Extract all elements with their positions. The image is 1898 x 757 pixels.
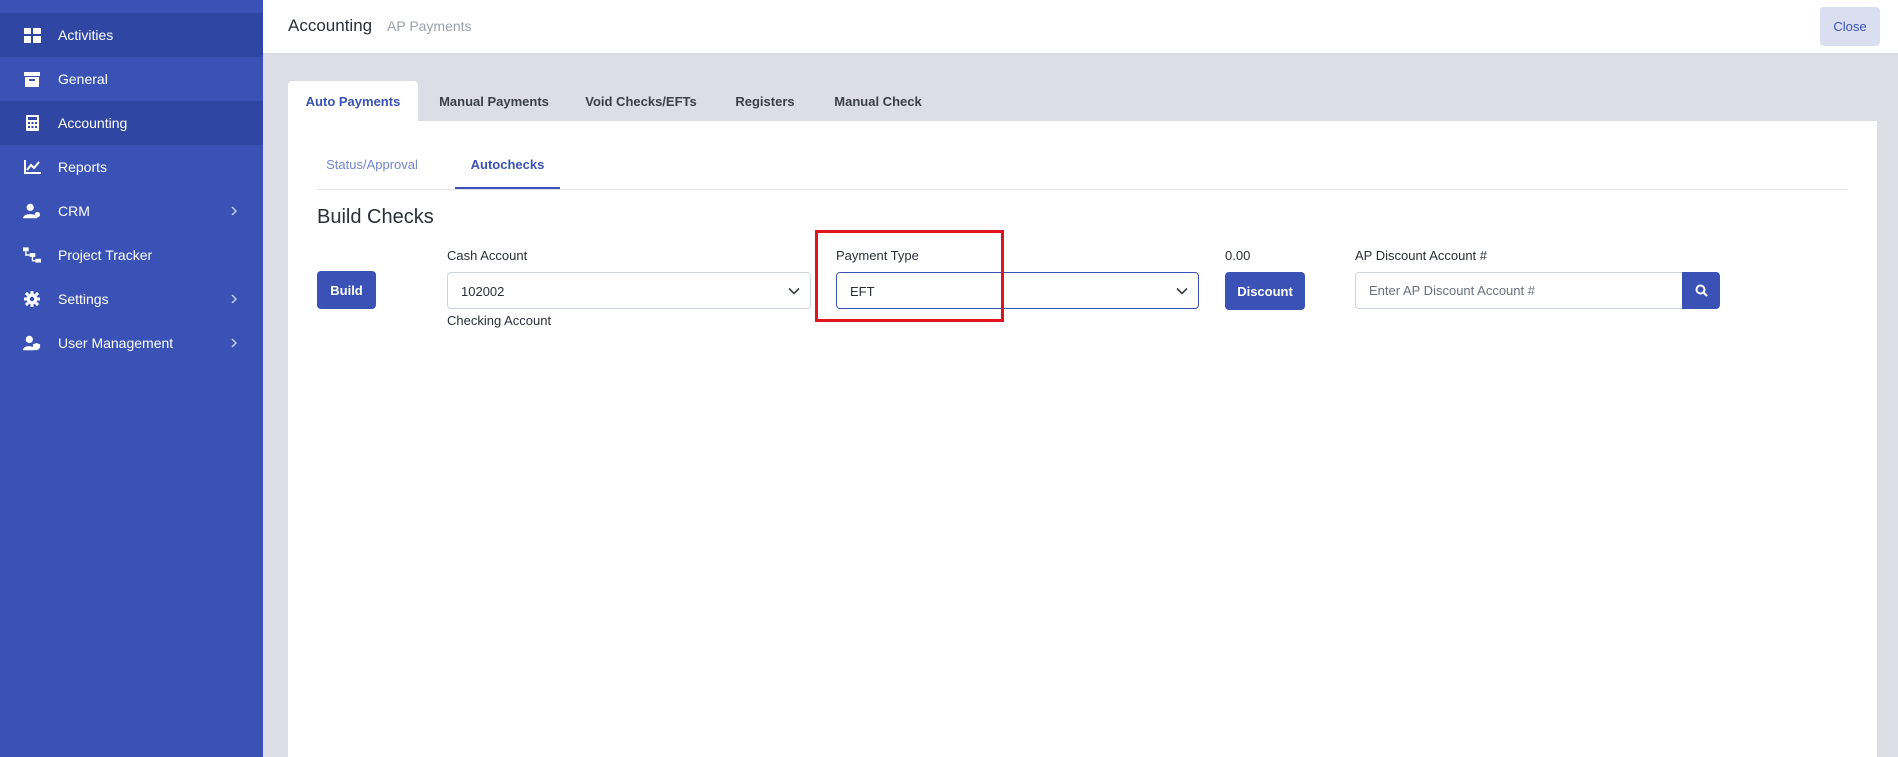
line-chart-icon [23, 158, 41, 176]
chevron-right-icon [229, 338, 239, 348]
page-subtitle: AP Payments [387, 18, 472, 34]
sidebar-item-label: Settings [58, 291, 109, 307]
users-icon [23, 202, 41, 220]
archive-box-icon [23, 70, 41, 88]
sidebar-item-general[interactable]: General [0, 57, 263, 101]
cash-account-label: Cash Account [447, 248, 528, 263]
tab-void-checks-efts[interactable]: Void Checks/EFTs [578, 81, 704, 121]
build-button[interactable]: Build [317, 271, 376, 309]
sidebar-item-label: User Management [58, 335, 174, 351]
dashboard-icon [23, 26, 41, 44]
chevron-right-icon [229, 294, 239, 304]
subtab-divider [317, 189, 1848, 190]
sidebar-item-settings[interactable]: Settings [0, 277, 263, 321]
subtab-autochecks[interactable]: Autochecks [455, 157, 560, 189]
chevron-down-icon [788, 285, 800, 297]
page-title: Accounting [288, 16, 373, 35]
user-shield-icon [23, 334, 41, 352]
sidebar: Activities General Accounting Reports CR… [0, 0, 263, 757]
payment-type-value: EFT [850, 284, 875, 299]
sidebar-item-label: Accounting [58, 115, 128, 131]
sidebar-item-reports[interactable]: Reports [0, 145, 263, 189]
section-title: Build Checks [317, 206, 434, 228]
sidebar-item-label: Project Tracker [58, 247, 153, 263]
sidebar-item-label: CRM [58, 203, 90, 219]
payment-type-select[interactable]: EFT [836, 272, 1199, 309]
tab-auto-payments[interactable]: Auto Payments [288, 81, 418, 121]
sitemap-icon [23, 246, 41, 264]
ap-discount-account-label: AP Discount Account # [1355, 248, 1488, 263]
content-panel: Status/Approval Autochecks Build Checks … [288, 121, 1877, 757]
discount-amount: 0.00 [1225, 248, 1251, 263]
cash-account-value: 102002 [461, 284, 505, 299]
sidebar-item-label: Reports [58, 159, 108, 175]
sidebar-item-crm[interactable]: CRM [0, 189, 263, 233]
payment-type-label: Payment Type [836, 248, 919, 263]
tab-manual-check[interactable]: Manual Check [827, 81, 929, 121]
sidebar-item-project-tracker[interactable]: Project Tracker [0, 233, 263, 277]
gear-icon [23, 290, 41, 308]
sidebar-item-label: General [58, 71, 108, 87]
tab-manual-payments[interactable]: Manual Payments [430, 81, 558, 121]
cash-account-select[interactable]: 102002 [447, 272, 811, 309]
cash-account-description: Checking Account [447, 313, 552, 328]
sidebar-item-accounting[interactable]: Accounting [0, 101, 263, 145]
chevron-right-icon [229, 206, 239, 216]
search-icon [1695, 284, 1708, 297]
search-button[interactable] [1682, 272, 1720, 309]
calculator-icon [23, 114, 41, 132]
sidebar-item-label: Activities [58, 27, 114, 43]
sidebar-item-activities[interactable]: Activities [0, 13, 263, 57]
close-button[interactable]: Close [1820, 7, 1880, 46]
chevron-down-icon [1176, 285, 1188, 297]
sidebar-item-user-management[interactable]: User Management [0, 321, 263, 365]
ap-discount-account-input[interactable] [1355, 272, 1683, 309]
page-header: Accounting AP Payments Close [263, 0, 1898, 54]
discount-button[interactable]: Discount [1225, 272, 1305, 310]
tab-registers[interactable]: Registers [725, 81, 805, 121]
subtab-status-approval[interactable]: Status/Approval [317, 157, 427, 187]
